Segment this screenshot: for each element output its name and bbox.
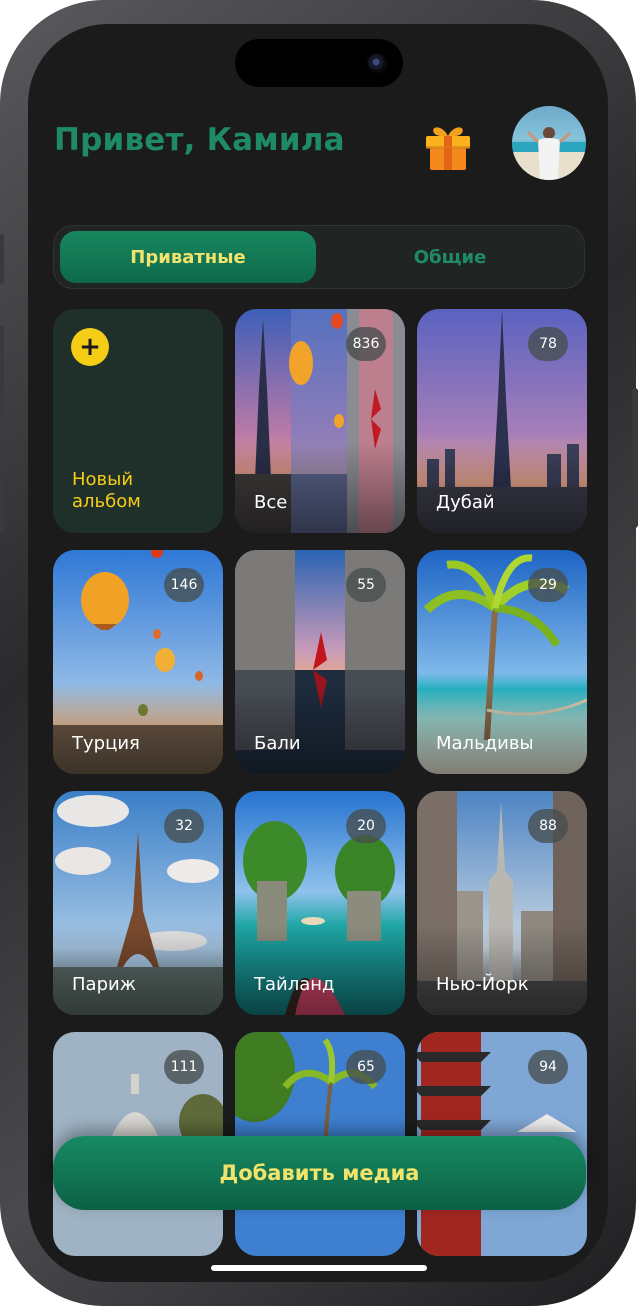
new-album-label: Новый альбом (72, 469, 141, 512)
album-title: Дубай (436, 492, 495, 513)
label-shade (417, 925, 587, 1015)
item-count-badge: 29 (528, 568, 568, 602)
volume-up-button (0, 326, 4, 418)
album-card-paris[interactable]: 32 Париж (53, 791, 223, 1015)
item-count-badge: 20 (346, 809, 386, 843)
label-shade (235, 684, 405, 774)
item-count-badge: 88 (528, 809, 568, 843)
home-indicator[interactable] (211, 1265, 427, 1271)
album-card-thailand[interactable]: 20 Тайланд (235, 791, 405, 1015)
album-card-new-york[interactable]: 88 Нью-Йорк (417, 791, 587, 1015)
album-title: Париж (72, 974, 136, 995)
item-count-badge: 55 (346, 568, 386, 602)
add-media-button[interactable]: Добавить медиа (53, 1136, 586, 1210)
phone-frame: Привет, Камила Приватные Общие + Новый а… (0, 0, 638, 1306)
label-shade (53, 684, 223, 774)
volume-down-button (0, 440, 4, 532)
album-title: Мальдивы (436, 733, 534, 754)
item-count-badge: 32 (164, 809, 204, 843)
label-shade (235, 925, 405, 1015)
label-shade (417, 443, 587, 533)
profile-avatar[interactable] (512, 106, 586, 180)
album-title: Тайланд (254, 974, 335, 995)
gift-icon[interactable] (422, 122, 474, 174)
album-scope-switch: Приватные Общие (53, 225, 585, 289)
tab-shared[interactable]: Общие (320, 231, 580, 283)
album-card-dubai[interactable]: 78 Дубай (417, 309, 587, 533)
item-count-badge: 836 (346, 327, 386, 361)
label-shade (417, 684, 587, 774)
new-album-card[interactable]: + Новый альбом (53, 309, 223, 533)
album-title: Нью-Йорк (436, 974, 529, 995)
album-card-all[interactable]: 836 Все (235, 309, 405, 533)
app-screen: Привет, Камила Приватные Общие + Новый а… (28, 24, 608, 1282)
label-shade (235, 443, 405, 533)
label-shade (53, 925, 223, 1015)
album-card-bali[interactable]: 55 Бали (235, 550, 405, 774)
album-card-turkey[interactable]: 146 Турция (53, 550, 223, 774)
item-count-badge: 146 (164, 568, 204, 602)
album-title: Бали (254, 733, 301, 754)
tab-private[interactable]: Приватные (60, 231, 316, 283)
item-count-badge: 78 (528, 327, 568, 361)
dynamic-island (235, 39, 403, 87)
album-title: Все (254, 492, 288, 513)
album-title: Турция (72, 733, 140, 754)
item-count-badge: 94 (528, 1050, 568, 1084)
album-card-maldives[interactable]: 29 Мальдивы (417, 550, 587, 774)
plus-icon[interactable]: + (71, 328, 109, 366)
camera-icon (367, 53, 387, 73)
item-count-badge: 111 (164, 1050, 204, 1084)
action-button (0, 234, 4, 284)
greeting-title: Привет, Камила (54, 122, 345, 158)
item-count-badge: 65 (346, 1050, 386, 1084)
power-button (632, 388, 638, 528)
